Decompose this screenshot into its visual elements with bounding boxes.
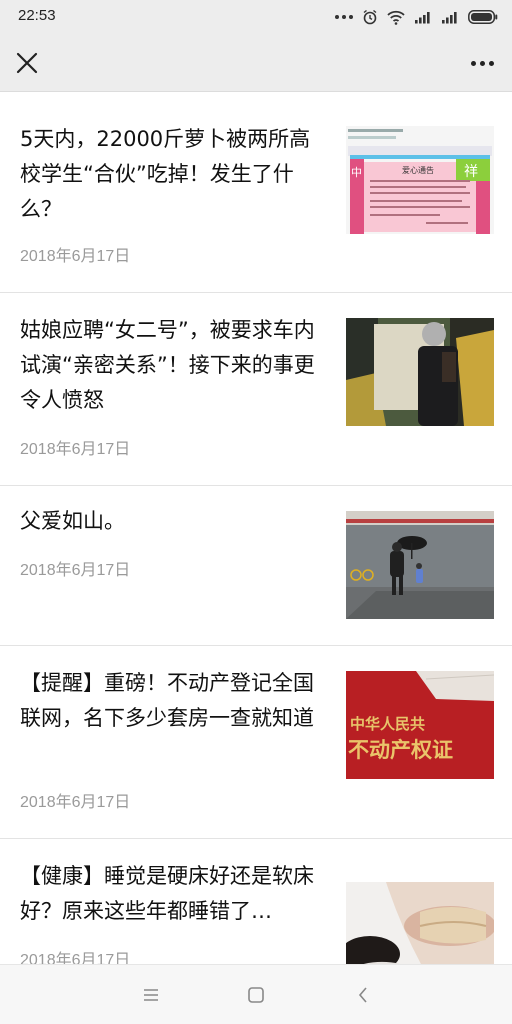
home-icon [248, 987, 264, 1003]
article-item[interactable]: 【提醒】重磅！不动产登记全国联网，名下多少套房一查就知道 2018年6月17日 … [0, 646, 512, 839]
article-thumbnail [346, 318, 494, 426]
thumb-text-line1: 中华人民共 [350, 715, 425, 733]
menu-button[interactable] [134, 979, 168, 1011]
more-button[interactable] [464, 46, 500, 80]
article-date: 2018年6月17日 [20, 248, 131, 265]
thumb-text-left: 中 [351, 166, 362, 179]
back-icon [358, 987, 367, 1003]
thumb-text-line2: 不动产权证 [348, 737, 453, 762]
wifi-icon [387, 10, 405, 25]
article-date: 2018年6月17日 [20, 562, 131, 579]
back-button[interactable] [346, 979, 380, 1011]
signal-icon [442, 12, 457, 24]
article-title: 5天内，22000斤萝卜被两所高校学生“合伙”吃掉！发生了什么？ [20, 127, 311, 221]
article-title: 【健康】睡觉是硬床好还是软床好？原来这些年都睡错了… [20, 864, 314, 923]
article-date: 2018年6月17日 [20, 952, 131, 964]
article-thumbnail: 祥 中 爱心通告 [346, 126, 494, 234]
close-button[interactable] [10, 46, 44, 80]
article-title: 【提醒】重磅！不动产登记全国联网，名下多少套房一查就知道 [20, 671, 314, 730]
article-item[interactable]: 【健康】睡觉是硬床好还是软床好？原来这些年都睡错了… 2018年6月17日 [0, 839, 512, 964]
more-icon [470, 60, 476, 66]
article-date: 2018年6月17日 [20, 794, 131, 811]
thumb-text-right: 祥 [464, 164, 478, 180]
more-dots-icon [335, 15, 353, 19]
article-date: 2018年6月17日 [20, 441, 131, 458]
article-thumbnail [346, 882, 494, 964]
article-feed[interactable]: 5天内，22000斤萝卜被两所高校学生“合伙”吃掉！发生了什么？ 2018年6月… [0, 92, 512, 964]
menu-icon [144, 989, 158, 1001]
battery-icon [468, 10, 498, 24]
signal-icon [415, 12, 430, 24]
article-title: 父爱如山。 [20, 509, 125, 533]
home-button[interactable] [239, 979, 273, 1011]
article-item[interactable]: 父爱如山。 2018年6月17日 [0, 486, 512, 646]
thumb-heading: 爱心通告 [402, 165, 434, 175]
article-thumbnail [346, 511, 494, 619]
status-bar: 22:53 [0, 0, 512, 34]
status-time: 22:53 [18, 7, 56, 24]
navigation-bar [0, 964, 512, 1024]
title-bar [0, 34, 512, 92]
article-title: 姑娘应聘“女二号”，被要求车内试演“亲密关系”！接下来的事更令人愤怒 [20, 318, 315, 412]
status-icons [335, 8, 498, 26]
close-icon [16, 52, 38, 74]
article-item[interactable]: 姑娘应聘“女二号”，被要求车内试演“亲密关系”！接下来的事更令人愤怒 2018年… [0, 293, 512, 486]
alarm-icon [363, 9, 377, 25]
article-item[interactable]: 5天内，22000斤萝卜被两所高校学生“合伙”吃掉！发生了什么？ 2018年6月… [0, 92, 512, 293]
article-thumbnail: 中华人民共 不动产权证 [346, 671, 494, 779]
